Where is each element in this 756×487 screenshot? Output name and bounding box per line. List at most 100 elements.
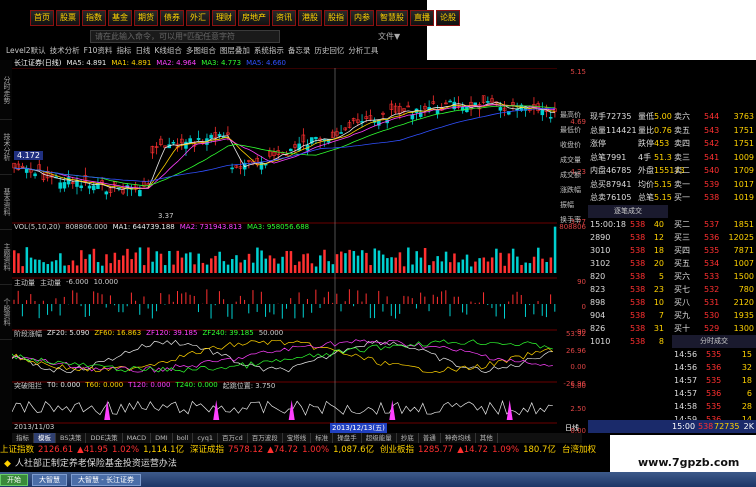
- news-ticker[interactable]: ◆ 人社部正制定养老保险基金投资运营办法: [0, 457, 610, 471]
- blank-area: [427, 0, 756, 60]
- chart-canvas[interactable]: [12, 68, 557, 433]
- order-side: 卖五: [674, 125, 690, 135]
- toolbar-item-4[interactable]: 日线: [135, 45, 150, 57]
- indicator-tab-10[interactable]: 宝塔线: [283, 433, 312, 443]
- left-tab-2[interactable]: 基本资料: [0, 175, 12, 230]
- menu-item-7[interactable]: 理财: [212, 10, 236, 26]
- menu-item-1[interactable]: 股票: [56, 10, 80, 26]
- toolbar-item-6[interactable]: 多图组合: [186, 45, 216, 57]
- last-tick-row: 15:00 538 72735 2K: [588, 420, 756, 433]
- tick-row: 898 538 10: [588, 296, 668, 309]
- tick-price: 538: [698, 422, 714, 431]
- volume-bar: [360, 250, 364, 273]
- index-change: ▲74.72: [267, 445, 299, 455]
- toolbar-item-3[interactable]: 指标: [116, 45, 131, 57]
- volume-bar: [113, 252, 117, 273]
- candle-body: [171, 141, 176, 144]
- volume-bar: [109, 263, 112, 273]
- index-amount: 1,114.1亿: [143, 445, 185, 455]
- menu-item-6[interactable]: 外汇: [186, 10, 210, 26]
- toolbar-item-11[interactable]: 分析工具: [348, 45, 378, 57]
- quote-sub-label: 跌停: [638, 139, 654, 148]
- volume-bar: [59, 253, 62, 273]
- menu-item-2[interactable]: 指数: [82, 10, 106, 26]
- order-qty: 1009: [733, 152, 754, 162]
- tick-price: 536: [706, 362, 722, 372]
- volume-bar: [369, 265, 372, 273]
- taskbar-button-2[interactable]: 大智慧 - 长江证券: [71, 473, 141, 486]
- minute-tick-header[interactable]: 分时成交: [672, 334, 756, 348]
- volume-bar: [331, 264, 335, 273]
- menu-item-8[interactable]: 房地产: [238, 10, 270, 26]
- order-side: 卖三: [674, 152, 690, 162]
- volume-bar: [302, 254, 305, 273]
- ma-value-0: MA5: 4.891: [66, 59, 107, 67]
- menu-item-12[interactable]: 内参: [350, 10, 374, 26]
- indicator-tab-7[interactable]: cyq1: [193, 433, 219, 443]
- indicator-tab-15[interactable]: 普通: [419, 433, 441, 443]
- index-item[interactable]: 深证成指 7578.12 ▲74.72 1.00% 1,087.6亿: [190, 443, 374, 457]
- volume-bar: [17, 253, 20, 273]
- indicator-tab-13[interactable]: 超级能量: [362, 433, 397, 443]
- volume-bar: [373, 248, 377, 273]
- order-price: 534: [704, 258, 720, 268]
- toolbar-item-1[interactable]: 技术分析: [50, 45, 80, 57]
- index-item[interactable]: 上证指数 2126.61 ▲41.95 1.02% 1,114.1亿: [0, 443, 184, 457]
- quote-label: 涨停: [590, 139, 606, 148]
- indicator-tab-9[interactable]: 百万波段: [248, 433, 283, 443]
- indicator-tab-11[interactable]: 标准: [311, 433, 334, 443]
- toolbar-item-0[interactable]: Level2默认: [6, 45, 46, 57]
- tick-price: 538: [630, 258, 646, 268]
- indicator-tab-6[interactable]: boll: [173, 433, 194, 443]
- indicator-tab-1[interactable]: 模板: [34, 433, 56, 443]
- taskbar-button-1[interactable]: 大智慧: [32, 473, 67, 486]
- toolbar-item-7[interactable]: 图层叠加: [220, 45, 250, 57]
- volume-bar: [256, 247, 259, 273]
- volume-bar: [314, 266, 318, 273]
- index-item[interactable]: 台湾加权: [562, 443, 596, 457]
- menu-item-15[interactable]: 论股: [436, 10, 460, 26]
- index-item[interactable]: 创业板指 1285.77 ▲14.72 1.09% 180.7亿: [380, 443, 556, 457]
- left-tab-0[interactable]: 分时走势: [0, 60, 12, 120]
- toolbar-item-9[interactable]: 备忘录: [288, 45, 311, 57]
- index-amount: 180.7亿: [523, 445, 556, 455]
- tick-price: 538: [630, 297, 646, 307]
- volume-bar: [319, 255, 322, 273]
- menu-item-10[interactable]: 港股: [298, 10, 322, 26]
- candle-body: [217, 134, 222, 137]
- file-menu[interactable]: 文件▼: [378, 31, 400, 42]
- indicator-tab-4[interactable]: MACD: [123, 433, 152, 443]
- main-force-title: 主动量 主动量 -6.000 10.000: [14, 278, 118, 288]
- left-tab-1[interactable]: 技术分析: [0, 120, 12, 175]
- menu-item-9[interactable]: 资讯: [272, 10, 296, 26]
- toolbar-item-10[interactable]: 历史回忆: [314, 45, 344, 57]
- toolbar-item-8[interactable]: 系统指示: [254, 45, 284, 57]
- toolbar-item-5[interactable]: K线组合: [154, 45, 181, 57]
- indicator-tab-5[interactable]: DMI: [151, 433, 173, 443]
- command-search-input[interactable]: 请在此输入命令，可以用*匹配任意字符: [90, 30, 280, 43]
- menu-item-14[interactable]: 直播: [410, 10, 434, 26]
- volume-bar: [42, 262, 45, 273]
- index-pct: 1.09%: [492, 445, 520, 455]
- indicator-tab-2[interactable]: BS决策: [56, 433, 87, 443]
- left-tab-3[interactable]: 主题资料: [0, 230, 12, 285]
- menu-item-13[interactable]: 智慧股: [376, 10, 408, 26]
- indicator-tab-0[interactable]: 指标: [12, 433, 34, 443]
- menu-item-11[interactable]: 股指: [324, 10, 348, 26]
- indicator-tab-12[interactable]: 操盘手: [333, 433, 362, 443]
- indicator-tab-17[interactable]: 其他: [476, 433, 498, 443]
- menu-item-4[interactable]: 期货: [134, 10, 158, 26]
- menu-item-3[interactable]: 基金: [108, 10, 132, 26]
- tick-price: 538: [630, 232, 646, 242]
- tick-header[interactable]: 逐笔成交: [588, 204, 668, 218]
- left-tab-4[interactable]: 个股资料: [0, 285, 12, 340]
- indicator-tab-3[interactable]: DDE决策: [86, 433, 123, 443]
- indicator-tab-8[interactable]: 百万cd: [218, 433, 248, 443]
- taskbar-button-0[interactable]: 开始: [0, 473, 28, 486]
- menu-item-0[interactable]: 首页: [30, 10, 54, 26]
- toolbar-item-2[interactable]: F10资料: [84, 45, 113, 57]
- quote-sub-value: 453: [654, 139, 670, 148]
- indicator-tab-16[interactable]: 神奇均线: [441, 433, 476, 443]
- menu-item-5[interactable]: 债券: [160, 10, 184, 26]
- indicator-tab-14[interactable]: 抄底: [397, 433, 419, 443]
